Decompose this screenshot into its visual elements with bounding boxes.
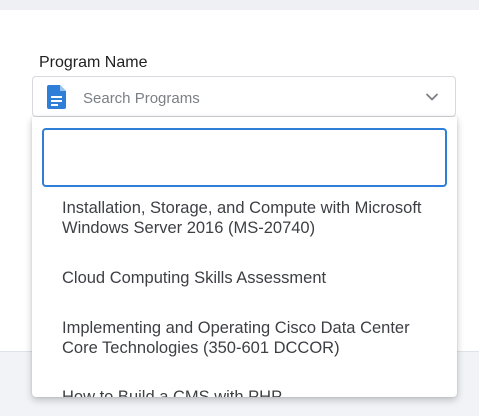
select-placeholder: Search Programs <box>83 90 200 107</box>
program-dropdown: Installation, Storage, and Compute with … <box>32 117 457 397</box>
program-select[interactable]: Search Programs <box>32 76 456 117</box>
dropdown-option[interactable]: Cloud Computing Skills Assessment <box>62 268 442 288</box>
dropdown-option[interactable]: Installation, Storage, and Compute with … <box>62 198 442 238</box>
chevron-down-icon[interactable] <box>425 90 439 104</box>
dropdown-search-input[interactable] <box>42 128 447 187</box>
program-name-label: Program Name <box>39 54 148 71</box>
document-icon <box>47 85 67 109</box>
top-bar <box>0 0 479 10</box>
dropdown-option[interactable]: How to Build a CMS with PHP <box>62 387 442 397</box>
dropdown-option[interactable]: Implementing and Operating Cisco Data Ce… <box>62 318 442 358</box>
